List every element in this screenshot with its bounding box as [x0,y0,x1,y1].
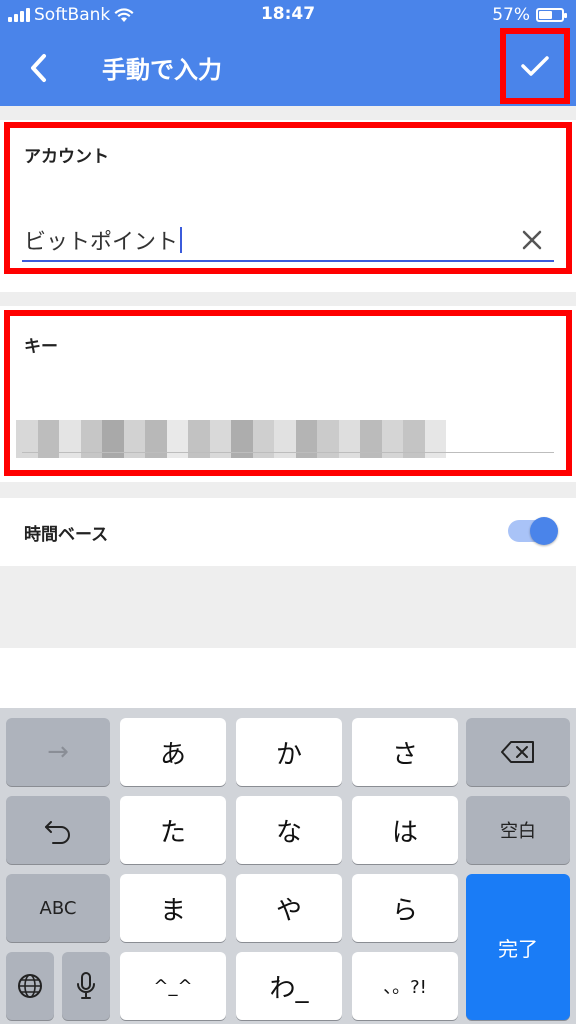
key-punctuation[interactable]: 、。?! [352,952,458,1020]
key-emoticon[interactable]: ^_^ [120,952,226,1020]
time-based-toggle[interactable] [508,517,558,545]
microphone-icon [77,972,95,999]
key-next[interactable]: → [6,718,110,786]
divider [0,106,576,120]
key-a[interactable]: あ [120,718,226,786]
divider [0,292,576,306]
battery-icon [536,8,567,22]
app-bar: 手動で入力 [0,28,576,106]
backspace-icon [501,741,534,763]
key-ra[interactable]: ら [352,874,458,942]
keyboard: → あ か さ た な は 空白 ABC ま や ら 完了 ^_^ わ_ 、。?… [0,708,576,1024]
toggle-knob [530,517,558,545]
key-sa[interactable]: さ [352,718,458,786]
undo-icon [45,821,70,844]
key-ka[interactable]: か [236,718,342,786]
divider [0,482,576,498]
check-icon [521,56,549,76]
globe-button[interactable] [6,952,54,1020]
battery-level [539,11,552,19]
status-right: 57% [492,5,567,25]
highlight-box [4,310,572,476]
status-bar: SoftBank 18:47 57% [0,0,576,30]
divider [0,566,576,648]
abc-button[interactable]: ABC [6,874,110,942]
done-button[interactable]: 完了 [466,874,570,1020]
page-title: 手動で入力 [102,56,222,84]
key-ha[interactable]: は [352,796,458,864]
confirm-button[interactable] [500,28,570,104]
key-na[interactable]: な [236,796,342,864]
space-button[interactable]: 空白 [466,796,570,864]
back-button[interactable] [14,44,64,92]
key-ya[interactable]: や [236,874,342,942]
battery-percent: 57% [492,5,530,25]
mic-button[interactable] [62,952,110,1020]
chevron-left-icon [31,54,46,82]
backspace-button[interactable] [466,718,570,786]
key-ma[interactable]: ま [120,874,226,942]
key-ta[interactable]: た [120,796,226,864]
clock: 18:47 [260,4,316,24]
highlight-box [4,122,572,274]
globe-icon [18,974,42,998]
time-based-label: 時間ベース [24,525,109,545]
key-wa[interactable]: わ_ [236,952,342,1020]
undo-button[interactable] [6,796,110,864]
